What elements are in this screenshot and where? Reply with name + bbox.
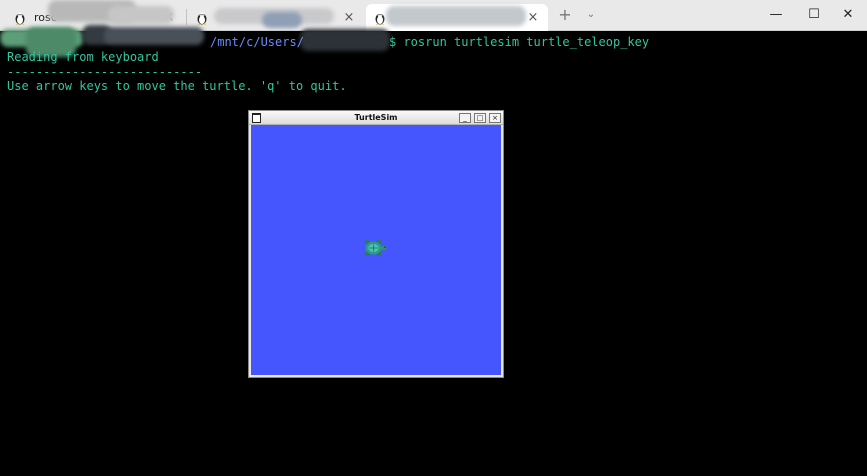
output-line-2: ---------------------------	[7, 65, 203, 79]
command-text: $ rosrun turtlesim turtle_teleop_key	[389, 35, 650, 49]
redaction-blur	[108, 6, 174, 24]
tab-divider	[186, 9, 187, 25]
tab-dropdown-button[interactable]: ⌄	[582, 6, 600, 24]
linux-penguin-icon	[15, 12, 25, 24]
turtle-icon	[363, 240, 387, 256]
output-line-3: Use arrow keys to move the turtle. 'q' t…	[7, 79, 347, 93]
close-tab-icon[interactable]: ×	[342, 10, 356, 25]
turtlesim-canvas	[251, 125, 501, 375]
turtlesim-maximize-button[interactable]: □	[474, 113, 486, 123]
redaction-blur	[386, 6, 526, 26]
linux-penguin-icon	[375, 12, 385, 24]
redaction-blur	[262, 12, 302, 28]
close-tab-icon[interactable]: ×	[526, 10, 540, 25]
new-tab-button[interactable]: +	[556, 6, 574, 24]
redaction-blur	[300, 29, 390, 51]
turtlesim-close-button[interactable]: ×	[489, 113, 501, 123]
prompt-line: /mnt/c/Users/	[210, 35, 304, 49]
linux-penguin-icon	[197, 12, 207, 24]
prompt-command: $ rosrun turtlesim turtle_teleop_key	[389, 35, 649, 49]
output-line-1: Reading from keyboard	[7, 50, 159, 64]
redaction-blur	[104, 27, 204, 45]
turtlesim-window[interactable]: TurtleSim _ □ ×	[248, 110, 504, 378]
turtlesim-titlebar[interactable]: TurtleSim _ □ ×	[249, 111, 503, 125]
prompt-path: /mnt/c/Users/	[210, 35, 304, 49]
close-window-button[interactable]: ✕	[829, 0, 867, 30]
turtlesim-minimize-button[interactable]: _	[459, 113, 471, 123]
